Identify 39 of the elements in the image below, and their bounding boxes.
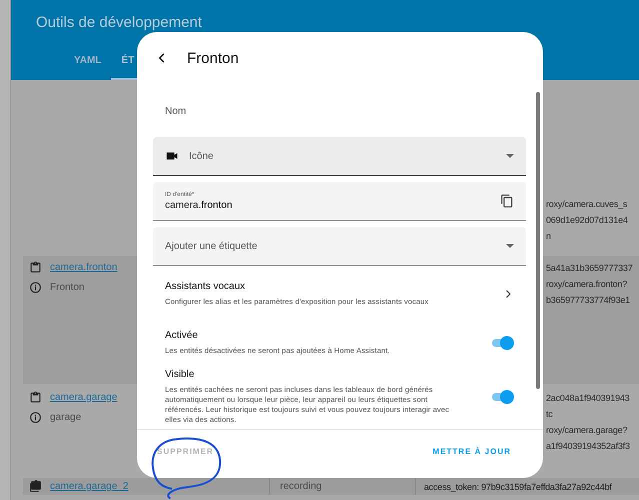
label-select-field[interactable]: Ajouter une étiquette	[153, 227, 526, 266]
attribute-text: 2ac048a1f940391943	[546, 392, 630, 405]
entity-link[interactable]: camera.garage	[50, 392, 118, 402]
attribute-text: b365977733774f93e1	[546, 294, 631, 307]
update-button[interactable]: METTRE À JOUR	[426, 442, 517, 460]
toggle-switch[interactable]	[490, 335, 514, 351]
entity-link[interactable]: camera.fronton	[50, 262, 118, 272]
info-icon[interactable]	[29, 280, 42, 294]
attribute-text: roxy/camera.cuves_s	[546, 198, 628, 211]
attribute-text: n	[546, 230, 552, 243]
dialog-title: Fronton	[187, 50, 239, 66]
attribute-text: 069d1e92d07d131e4	[546, 214, 628, 227]
side-scrollbar[interactable]	[0, 0, 11, 500]
tab[interactable]: YAML	[64, 51, 112, 80]
attribute-text: roxy/camera.garage?	[546, 424, 628, 437]
icon-select-field[interactable]: Icône	[153, 137, 526, 176]
state-cell: recording	[280, 481, 322, 492]
entity-link[interactable]: camera.garage_2	[50, 481, 128, 492]
info-icon[interactable]	[29, 410, 42, 424]
field-value: camera.fronton	[165, 200, 232, 210]
attribute-text: roxy/camera.fronton?	[546, 278, 628, 291]
attribute-text: tc	[546, 408, 554, 421]
dropdown-arrow-icon	[506, 244, 514, 248]
attribute-text: access_token: 97b9c3159fa7effda3fa27a92c44bf	[424, 480, 612, 494]
scrollbar[interactable]	[536, 92, 540, 389]
attribute-text: a1f94039194352af3f3	[546, 440, 630, 453]
clipboard-icon[interactable]	[29, 480, 42, 493]
entity-name: garage	[50, 412, 82, 422]
attribute-text: 5a41a31b3659777337	[546, 262, 632, 275]
app-title: Outils de développement	[36, 14, 203, 31]
clipboard-icon[interactable]	[29, 390, 42, 404]
dropdown-arrow-icon	[506, 154, 514, 158]
toggle-switch[interactable]	[490, 389, 514, 405]
copy-icon[interactable]	[500, 194, 514, 208]
setting-title: Visible	[165, 369, 196, 380]
entity-name: Fronton	[50, 282, 84, 292]
clipboard-icon[interactable]	[29, 260, 42, 274]
setting-title: Activée	[165, 330, 199, 341]
name-field[interactable]: Nom	[153, 92, 526, 131]
